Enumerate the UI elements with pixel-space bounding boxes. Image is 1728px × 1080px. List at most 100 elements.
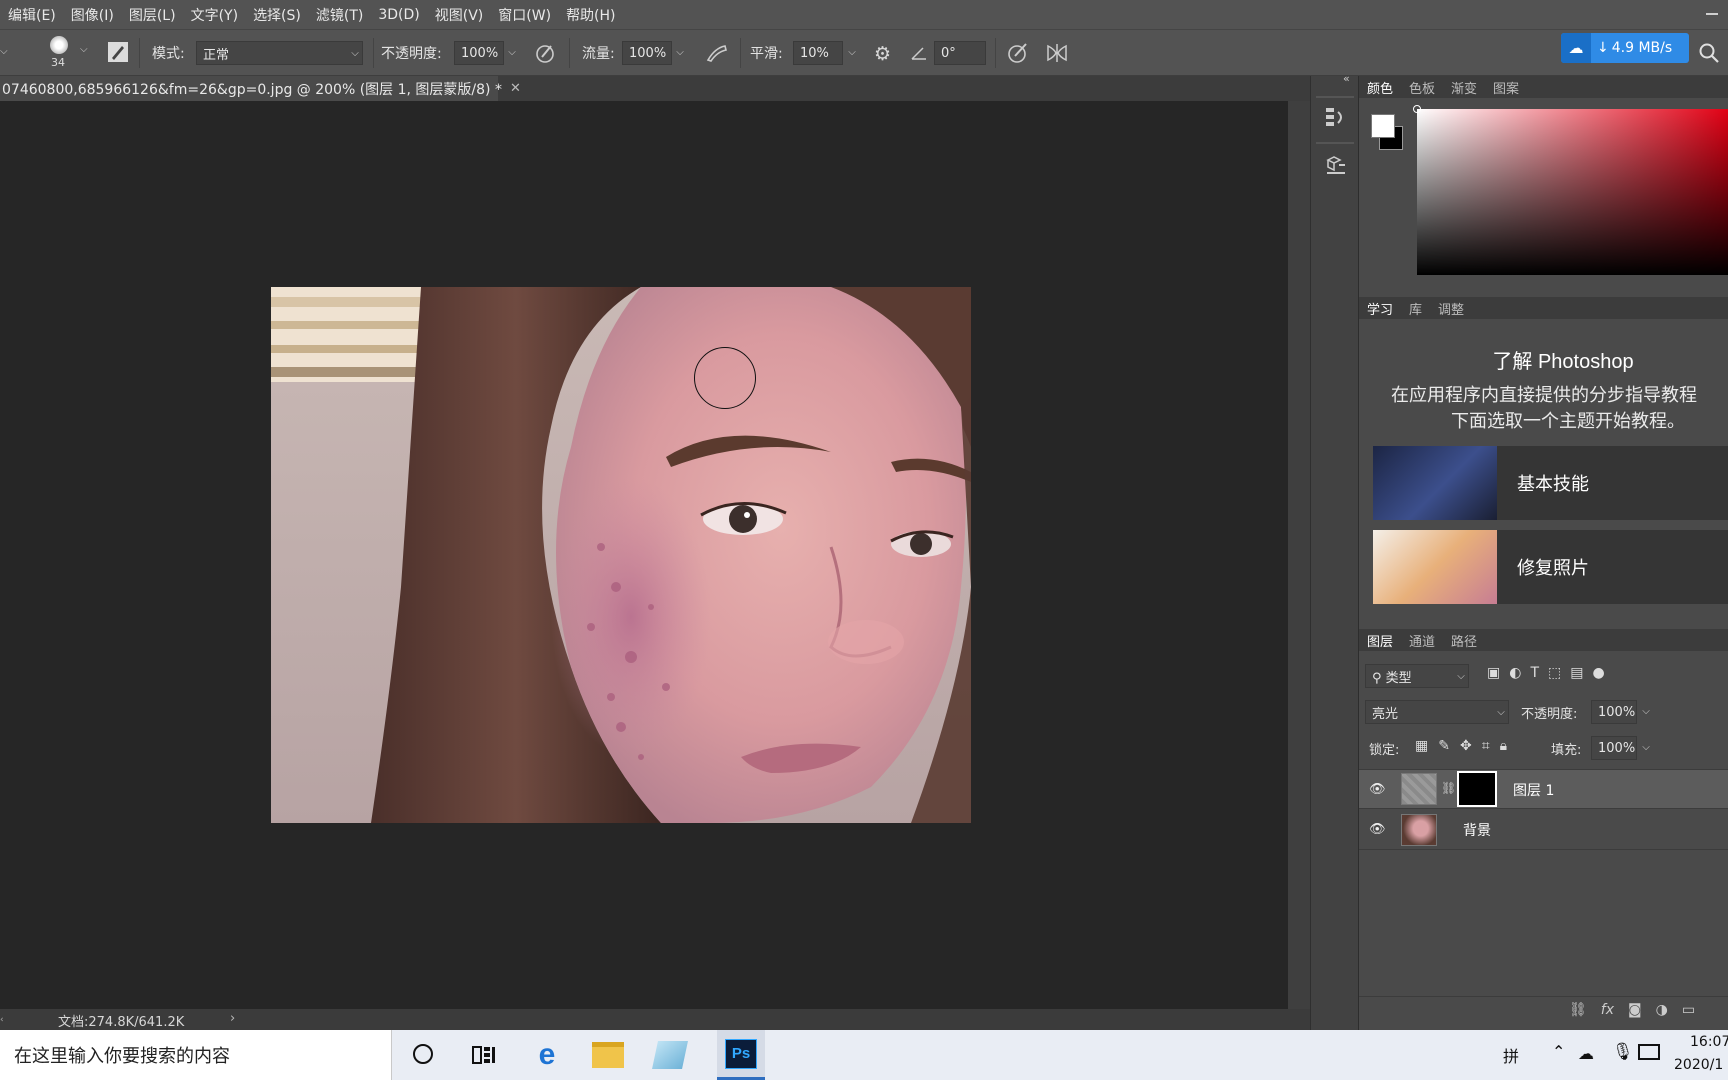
cortana-icon[interactable] bbox=[413, 1044, 433, 1064]
blend-mode-select[interactable]: 亮光 ⌵ bbox=[1365, 700, 1509, 724]
vertical-scrollbar[interactable] bbox=[1288, 101, 1310, 1009]
scroll-left-icon[interactable]: ‹ bbox=[0, 1015, 6, 1025]
edge-browser-icon[interactable]: e bbox=[530, 1038, 564, 1072]
lock-artboard-icon[interactable]: ⌗ bbox=[1482, 738, 1490, 754]
menu-window[interactable]: 窗口(W) bbox=[490, 5, 558, 25]
smooth-input[interactable]: 10% bbox=[793, 41, 843, 65]
foreground-color-swatch[interactable] bbox=[1371, 114, 1395, 138]
smart-object-filter-icon[interactable]: ▤ bbox=[1570, 665, 1583, 681]
gear-icon[interactable]: ⚙ bbox=[874, 43, 891, 65]
menu-help[interactable]: 帮助(H) bbox=[558, 5, 622, 25]
link-layers-icon[interactable]: ⛓ bbox=[1569, 1002, 1587, 1018]
tab-swatches[interactable]: 色板 bbox=[1401, 78, 1443, 97]
menu-select[interactable]: 选择(S) bbox=[245, 5, 308, 25]
minimize-icon[interactable] bbox=[1706, 13, 1718, 15]
learn-item-basic-skills[interactable]: 基本技能 bbox=[1373, 446, 1728, 520]
lock-position-icon[interactable]: ✥ bbox=[1460, 738, 1472, 754]
lock-transparent-icon[interactable]: ▦ bbox=[1415, 738, 1428, 754]
brush-settings-icon[interactable] bbox=[107, 41, 129, 63]
flow-input[interactable]: 100% bbox=[622, 41, 672, 65]
tab-color[interactable]: 颜色 bbox=[1359, 78, 1401, 97]
link-icon[interactable]: ⛓ bbox=[1441, 781, 1456, 795]
history-icon[interactable] bbox=[1324, 106, 1346, 128]
layer-row[interactable]: 👁︎ ⛓ 图层 1 bbox=[1359, 769, 1728, 809]
search-icon[interactable] bbox=[1698, 42, 1720, 64]
menu-edit[interactable]: 编辑(E) bbox=[0, 5, 63, 25]
ime-indicator[interactable]: 拼 bbox=[1503, 1043, 1519, 1067]
app-icon[interactable] bbox=[652, 1041, 688, 1069]
filter-toggle-icon[interactable]: ● bbox=[1592, 665, 1604, 681]
airbrush-icon[interactable] bbox=[705, 42, 729, 64]
chevron-up-icon[interactable]: ⌃ bbox=[1552, 1042, 1565, 1061]
layer-mask-thumbnail[interactable] bbox=[1457, 771, 1497, 807]
menu-layer[interactable]: 图层(L) bbox=[121, 5, 183, 25]
menu-type[interactable]: 文字(Y) bbox=[183, 5, 245, 25]
layer-opacity-input[interactable]: 100% bbox=[1591, 700, 1637, 724]
brush-preset-picker[interactable]: 34 ⌵ bbox=[40, 34, 88, 72]
fill-dropdown-icon[interactable]: ⌵ bbox=[1639, 742, 1653, 753]
color-field[interactable] bbox=[1413, 105, 1728, 275]
tab-layers[interactable]: 图层 bbox=[1359, 631, 1401, 650]
new-group-icon[interactable]: ▭ bbox=[1682, 1002, 1695, 1018]
tab-learn[interactable]: 学习 bbox=[1359, 299, 1401, 318]
learn-description-2: 下面选取一个主题开始教程。 bbox=[1451, 411, 1685, 432]
lock-all-icon[interactable]: 🔒︎ bbox=[1500, 738, 1507, 754]
menu-3d[interactable]: 3D(D) bbox=[370, 7, 426, 23]
add-mask-icon[interactable]: ◙ bbox=[1628, 1002, 1642, 1018]
menu-image[interactable]: 图像(I) bbox=[63, 5, 121, 25]
blend-mode-value: 亮光 bbox=[1372, 706, 1399, 722]
menu-view[interactable]: 视图(V) bbox=[427, 5, 491, 25]
adjustment-layer-icon[interactable]: ◑ bbox=[1656, 1002, 1668, 1018]
photoshop-taskbar-button[interactable]: Ps bbox=[717, 1030, 765, 1080]
shape-filter-icon[interactable]: ⬚ bbox=[1548, 665, 1561, 681]
battery-icon[interactable] bbox=[1638, 1044, 1660, 1060]
learn-item-fix-photos[interactable]: 修复照片 bbox=[1373, 530, 1728, 604]
adjustment-filter-icon[interactable]: ◐ bbox=[1509, 665, 1521, 681]
mode-select[interactable]: 正常 ⌵ bbox=[196, 41, 363, 65]
angle-input[interactable]: 0° bbox=[934, 41, 986, 65]
menu-bar: 编辑(E) 图像(I) 图层(L) 文字(Y) 选择(S) 滤镜(T) 3D(D… bbox=[0, 0, 1728, 29]
file-explorer-icon[interactable] bbox=[592, 1042, 624, 1068]
net-speed-widget[interactable]: ☁ ↓ 4.9 MB/s bbox=[1561, 33, 1689, 63]
document-tab[interactable]: 07460800,685966126&fm=26&gp=0.jpg @ 200%… bbox=[0, 76, 521, 101]
close-icon[interactable]: ✕ bbox=[510, 81, 521, 96]
clock-date[interactable]: 2020/1 bbox=[1674, 1057, 1723, 1073]
fx-icon[interactable]: fx bbox=[1601, 1002, 1614, 1018]
tab-gradients[interactable]: 渐变 bbox=[1443, 78, 1485, 97]
canvas-area[interactable] bbox=[0, 101, 1288, 1009]
document-image[interactable] bbox=[271, 287, 971, 823]
pressure-opacity-icon[interactable] bbox=[534, 42, 556, 64]
visibility-eye-icon[interactable]: 👁︎ bbox=[1369, 822, 1386, 837]
clock-time[interactable]: 16:07 bbox=[1690, 1034, 1728, 1050]
tool-preset-chevron-icon[interactable]: ⌵ bbox=[0, 40, 22, 64]
symmetry-icon[interactable] bbox=[1045, 41, 1069, 65]
tab-libraries[interactable]: 库 bbox=[1401, 299, 1430, 318]
smooth-dropdown-icon[interactable]: ⌵ bbox=[845, 47, 859, 58]
image-filter-icon[interactable]: ▣ bbox=[1487, 665, 1500, 681]
flow-dropdown-icon[interactable]: ⌵ bbox=[673, 47, 687, 58]
status-arrow-icon[interactable]: › bbox=[230, 1011, 235, 1026]
tab-adjustments[interactable]: 调整 bbox=[1430, 299, 1472, 318]
type-filter-icon[interactable]: T bbox=[1530, 665, 1539, 681]
onedrive-icon[interactable]: ☁ bbox=[1578, 1044, 1594, 1063]
task-view-icon[interactable] bbox=[472, 1044, 496, 1066]
layer-row[interactable]: 👁︎ 背景 bbox=[1359, 810, 1728, 850]
properties-icon[interactable] bbox=[1324, 154, 1346, 176]
tab-channels[interactable]: 通道 bbox=[1401, 631, 1443, 650]
taskbar-search-box[interactable]: 在这里输入你要搜索的内容 bbox=[0, 1030, 392, 1080]
pressure-size-icon[interactable] bbox=[1006, 41, 1030, 65]
lock-pixels-icon[interactable]: ✎ bbox=[1438, 738, 1450, 754]
collapse-panels-icon[interactable]: « bbox=[1343, 72, 1350, 85]
microphone-icon[interactable]: 🎙︎ bbox=[1612, 1042, 1634, 1062]
opacity-input[interactable]: 100% bbox=[454, 41, 504, 65]
color-picker-marker[interactable] bbox=[1413, 105, 1421, 113]
menu-filter[interactable]: 滤镜(T) bbox=[308, 5, 370, 25]
layer-filter-select[interactable]: ⚲ 类型 ⌵ bbox=[1365, 664, 1469, 688]
learn-description-1: 在应用程序内直接提供的分步指导教程 bbox=[1391, 385, 1697, 406]
tab-patterns[interactable]: 图案 bbox=[1485, 78, 1527, 97]
visibility-eye-icon[interactable]: 👁︎ bbox=[1369, 782, 1386, 797]
tab-paths[interactable]: 路径 bbox=[1443, 631, 1485, 650]
layer-opacity-dropdown-icon[interactable]: ⌵ bbox=[1639, 706, 1653, 717]
opacity-dropdown-icon[interactable]: ⌵ bbox=[505, 47, 519, 58]
fill-input[interactable]: 100% bbox=[1591, 736, 1637, 760]
